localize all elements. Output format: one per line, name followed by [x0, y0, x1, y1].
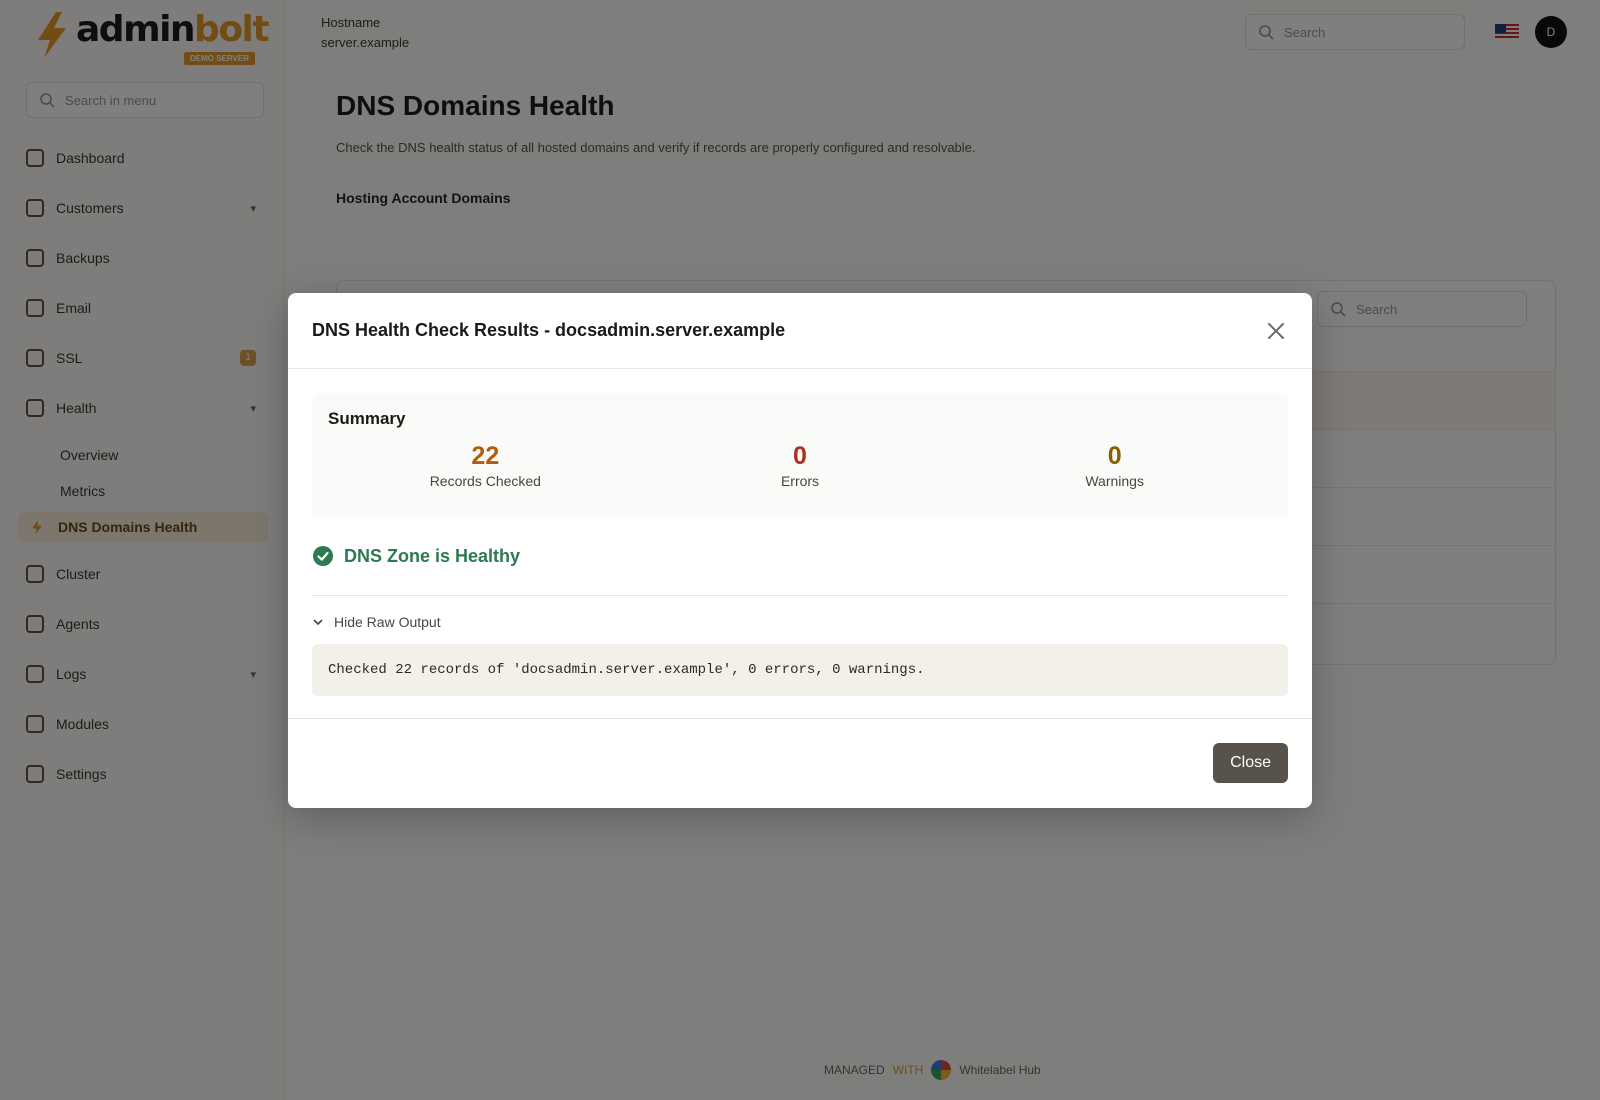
- summary-title: Summary: [328, 409, 406, 428]
- raw-output-toggle[interactable]: Hide Raw Output: [312, 612, 441, 632]
- chevron-down-icon: [313, 619, 323, 625]
- stat-label: Errors: [780, 473, 820, 489]
- stat-errors: 0 Errors: [643, 441, 958, 489]
- modal-header: DNS Health Check Results - docsadmin.ser…: [288, 293, 1312, 369]
- stat-value: 0: [1107, 442, 1122, 470]
- modal-title: DNS Health Check Results - docsadmin.ser…: [312, 320, 786, 340]
- stat-label: Records Checked: [429, 473, 541, 489]
- dns-health-modal: DNS Health Check Results - docsadmin.ser…: [288, 293, 1312, 808]
- status-text: DNS Zone is Healthy: [344, 545, 521, 566]
- stat-warnings: 0 Warnings: [957, 441, 1272, 489]
- check-circle-icon: [313, 546, 333, 566]
- stat-value: 22: [471, 442, 500, 470]
- summary-stats: 22 Records Checked 0 Errors 0 Warnings: [328, 441, 1272, 489]
- modal-footer: Close: [288, 719, 1312, 807]
- close-icon[interactable]: [1264, 319, 1288, 343]
- stat-records-checked: 22 Records Checked: [328, 441, 643, 489]
- stat-label: Warnings: [1085, 473, 1144, 489]
- summary-panel: Summary 22 Records Checked 0 Errors 0 Wa…: [312, 393, 1288, 517]
- divider: [312, 595, 1288, 596]
- close-button[interactable]: Close: [1213, 743, 1288, 783]
- raw-output-block: Checked 22 records of 'docsadmin.server.…: [312, 644, 1288, 696]
- zone-status: DNS Zone is Healthy: [312, 545, 1288, 567]
- modal-body: Summary 22 Records Checked 0 Errors 0 Wa…: [288, 369, 1312, 719]
- stat-value: 0: [793, 442, 807, 470]
- raw-output-text: Checked 22 records of 'docsadmin.server.…: [328, 662, 925, 678]
- raw-toggle-label: Hide Raw Output: [334, 614, 441, 630]
